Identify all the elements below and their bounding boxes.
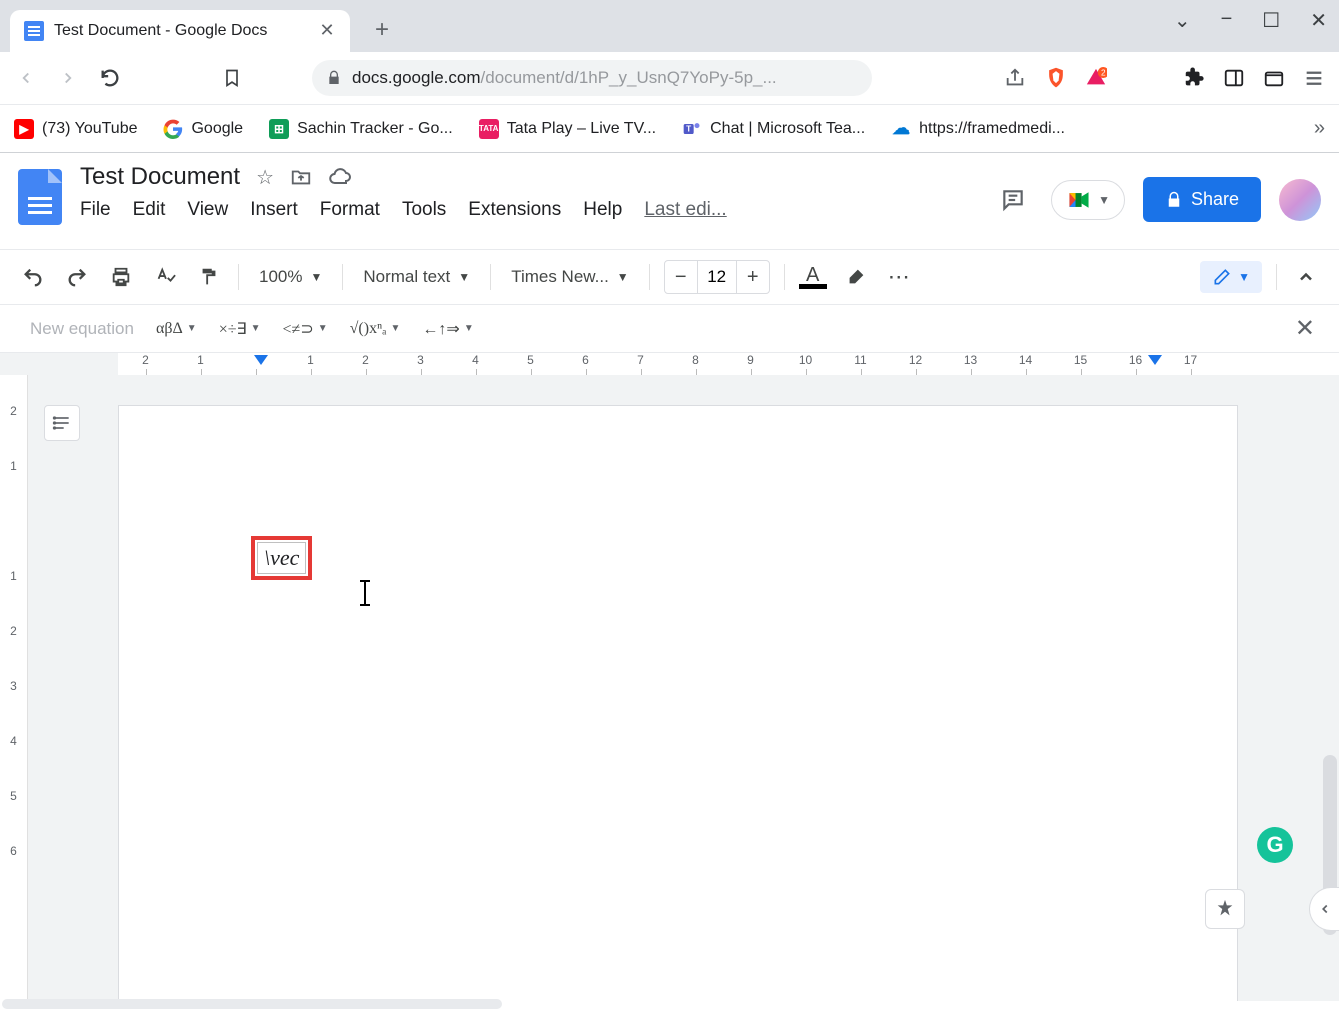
eq-arrows-button[interactable]: ←↑⇒▼ bbox=[422, 319, 473, 339]
comments-icon[interactable] bbox=[993, 180, 1033, 220]
new-tab-button[interactable]: + bbox=[368, 17, 396, 45]
indent-marker-right[interactable] bbox=[1148, 355, 1162, 365]
menu-tools[interactable]: Tools bbox=[402, 199, 446, 221]
bookmark-sheets[interactable]: ⊞Sachin Tracker - Go... bbox=[269, 119, 453, 139]
editing-mode-button[interactable]: ▼ bbox=[1200, 261, 1262, 293]
lock-icon bbox=[1165, 191, 1183, 209]
forward-button[interactable] bbox=[56, 66, 80, 90]
bookmark-youtube[interactable]: ▶(73) YouTube bbox=[14, 119, 137, 139]
text-color-button[interactable]: A bbox=[799, 266, 827, 289]
eq-math-button[interactable]: √()xⁿₐ▼ bbox=[350, 320, 401, 338]
bookmark-google[interactable]: Google bbox=[163, 119, 243, 139]
spellcheck-button[interactable] bbox=[150, 262, 180, 292]
brave-shields-icon[interactable] bbox=[1045, 66, 1067, 90]
brave-rewards-icon[interactable]: 2 bbox=[1085, 67, 1107, 89]
more-toolbar-button[interactable]: ⋯ bbox=[885, 262, 915, 292]
reload-button[interactable] bbox=[98, 66, 122, 90]
highlight-button[interactable] bbox=[841, 262, 871, 292]
undo-button[interactable] bbox=[18, 262, 48, 292]
bookmark-teams[interactable]: TChat | Microsoft Tea... bbox=[682, 119, 865, 139]
address-bar[interactable]: docs.google.com/document/d/1hP_y_UsnQ7Yo… bbox=[312, 60, 872, 96]
star-icon[interactable]: ☆ bbox=[256, 165, 274, 190]
bookmarks-bar: ▶(73) YouTube Google ⊞Sachin Tracker - G… bbox=[0, 104, 1339, 152]
maximize-button[interactable]: ☐ bbox=[1262, 8, 1280, 33]
font-size-increase[interactable]: + bbox=[737, 261, 769, 293]
font-size-decrease[interactable]: − bbox=[665, 261, 697, 293]
menu-extensions[interactable]: Extensions bbox=[468, 199, 561, 221]
minimize-button[interactable]: − bbox=[1221, 8, 1233, 33]
close-window-button[interactable]: ✕ bbox=[1310, 8, 1327, 33]
browser-tab[interactable]: Test Document - Google Docs ✕ bbox=[10, 10, 350, 52]
eq-greek-button[interactable]: αβΔ▼ bbox=[156, 320, 197, 338]
paint-format-button[interactable] bbox=[194, 262, 224, 292]
main-toolbar: 100%▼ Normal text▼ Times New...▼ − + A ⋯… bbox=[0, 249, 1339, 305]
indent-marker-left[interactable] bbox=[254, 355, 268, 365]
share-url-icon[interactable] bbox=[1003, 66, 1027, 90]
meet-button[interactable]: ▼ bbox=[1051, 180, 1125, 220]
eq-relations-button[interactable]: <≠⊃▼ bbox=[283, 319, 328, 339]
tab-title: Test Document - Google Docs bbox=[54, 22, 308, 40]
back-button[interactable] bbox=[14, 66, 38, 90]
browser-menu-icon[interactable] bbox=[1303, 67, 1325, 89]
explore-button[interactable] bbox=[1205, 889, 1245, 929]
font-select[interactable]: Times New...▼ bbox=[505, 267, 635, 287]
new-equation-label[interactable]: New equation bbox=[30, 319, 134, 339]
window-controls: ⌄ − ☐ ✕ bbox=[1174, 8, 1327, 33]
svg-text:2: 2 bbox=[1101, 68, 1106, 77]
menu-format[interactable]: Format bbox=[320, 199, 380, 221]
equation-toolbar: New equation αβΔ▼ ×÷∃▼ <≠⊃▼ √()xⁿₐ▼ ←↑⇒▼… bbox=[0, 305, 1339, 353]
share-button[interactable]: Share bbox=[1143, 177, 1261, 222]
document-outline-button[interactable] bbox=[44, 405, 80, 441]
text-cursor bbox=[364, 582, 366, 604]
grammarly-button[interactable]: G bbox=[1257, 827, 1293, 863]
extensions-icon[interactable] bbox=[1183, 67, 1205, 89]
menu-insert[interactable]: Insert bbox=[250, 199, 298, 221]
menu-edit[interactable]: Edit bbox=[133, 199, 166, 221]
lock-icon bbox=[326, 70, 342, 86]
bookmark-framedmedi[interactable]: ☁https://framedmedi... bbox=[891, 119, 1065, 139]
menu-view[interactable]: View bbox=[187, 199, 228, 221]
font-size-input[interactable] bbox=[697, 261, 737, 293]
menu-bar: File Edit View Insert Format Tools Exten… bbox=[80, 199, 993, 221]
move-folder-icon[interactable] bbox=[290, 166, 312, 188]
docs-logo[interactable] bbox=[18, 169, 62, 225]
horizontal-scrollbar[interactable] bbox=[2, 999, 502, 1009]
docs-favicon bbox=[24, 21, 44, 41]
eq-operators-button[interactable]: ×÷∃▼ bbox=[219, 319, 261, 339]
print-button[interactable] bbox=[106, 262, 136, 292]
url-text: docs.google.com/document/d/1hP_y_UsnQ7Yo… bbox=[352, 68, 777, 88]
tabs-dropdown-icon[interactable]: ⌄ bbox=[1174, 8, 1191, 33]
close-equation-toolbar[interactable]: ✕ bbox=[1295, 314, 1315, 343]
redo-button[interactable] bbox=[62, 262, 92, 292]
sidepanel-icon[interactable] bbox=[1223, 67, 1245, 89]
bookmarks-overflow[interactable]: » bbox=[1314, 117, 1325, 140]
last-edit-link[interactable]: Last edi... bbox=[644, 199, 726, 221]
document-title[interactable]: Test Document bbox=[80, 163, 240, 191]
menu-file[interactable]: File bbox=[80, 199, 111, 221]
vertical-ruler[interactable]: 21123456 bbox=[0, 375, 28, 1001]
style-select[interactable]: Normal text▼ bbox=[357, 267, 476, 287]
bookmark-tataplay[interactable]: TATATata Play – Live TV... bbox=[479, 119, 656, 139]
equation-highlight-box: \vec bbox=[251, 536, 312, 580]
zoom-select[interactable]: 100%▼ bbox=[253, 267, 328, 287]
wallet-icon[interactable] bbox=[1263, 67, 1285, 89]
user-avatar[interactable] bbox=[1279, 179, 1321, 221]
cloud-status-icon[interactable] bbox=[328, 165, 352, 189]
bookmark-icon[interactable] bbox=[220, 66, 244, 90]
svg-text:T: T bbox=[686, 123, 691, 133]
font-size-control: − + bbox=[664, 260, 770, 294]
horizontal-ruler[interactable]: 211234567891011121314151617 bbox=[0, 353, 1339, 375]
close-tab-button[interactable]: ✕ bbox=[318, 22, 336, 40]
document-page[interactable]: \vec bbox=[118, 405, 1238, 1001]
collapse-toolbar-button[interactable] bbox=[1291, 262, 1321, 292]
equation-input[interactable]: \vec bbox=[257, 542, 306, 574]
menu-help[interactable]: Help bbox=[583, 199, 622, 221]
